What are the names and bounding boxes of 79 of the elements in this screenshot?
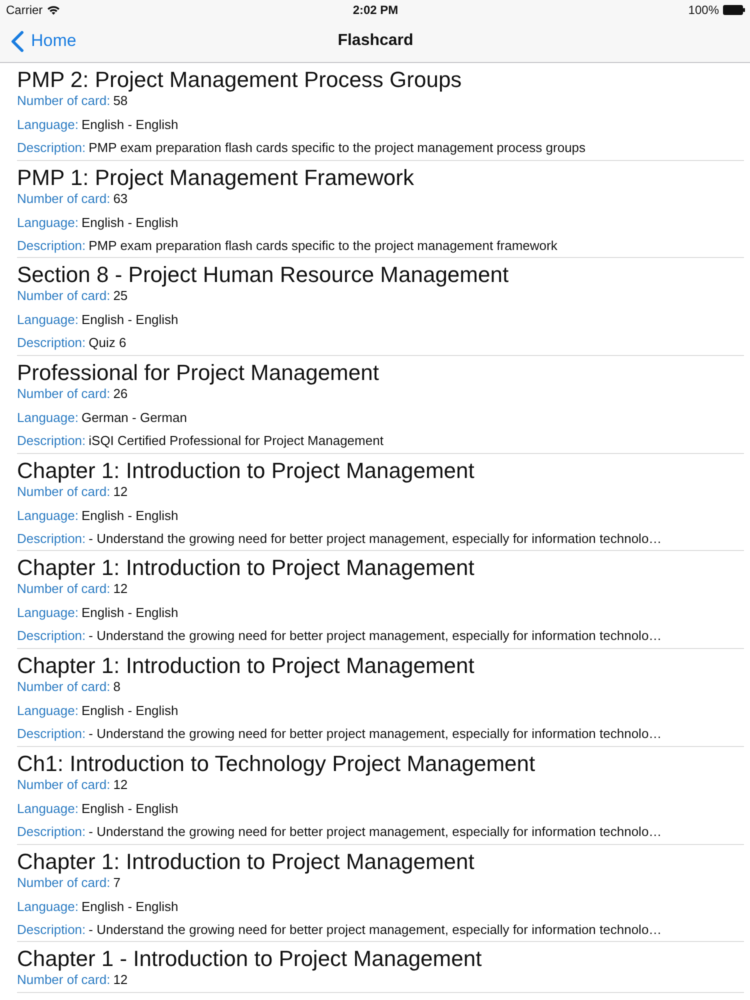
field-value: English - English bbox=[81, 117, 178, 133]
field-value: 7 bbox=[113, 874, 120, 890]
deck-title: Chapter 1: Introduction to Project Management bbox=[17, 653, 476, 680]
field-label: Number of card: bbox=[17, 386, 110, 402]
deck-list-item[interactable]: PMP 2: Project Management Process Groups Number of card: 58 Language: English - English Description: PMP exam preparation flash cards specific to the project management process groups bbox=[17, 63, 744, 161]
field-value: 26 bbox=[113, 386, 128, 402]
deck-title: Section 8 - Project Human Resource Management bbox=[17, 262, 510, 288]
field-value: German - German bbox=[81, 410, 187, 426]
field-label: Language: bbox=[17, 800, 78, 817]
field-value: 12 bbox=[113, 581, 128, 598]
field-value: - Understand the growing need for better project management, especially for information technolo… bbox=[88, 530, 662, 547]
field-value: 25 bbox=[113, 288, 128, 304]
field-label: Language: bbox=[17, 410, 78, 426]
deck-title: Chapter 1 - Introduction to Project Management bbox=[17, 946, 483, 972]
field-value: - Understand the growing need for better project management, especially for information technolo… bbox=[88, 726, 662, 742]
field-value: 12 bbox=[113, 484, 128, 500]
field-label: Description: bbox=[17, 628, 86, 644]
field-value: - Understand the growing need for better project management, especially for information technolo… bbox=[88, 824, 662, 840]
field-value: 12 bbox=[113, 972, 128, 988]
field-value: PMP exam preparation flash cards specific to the project management process groups bbox=[88, 140, 586, 156]
field-value: 12 bbox=[113, 776, 128, 793]
field-label: Number of card: bbox=[17, 288, 110, 304]
deck-title: PMP 2: Project Management Process Groups bbox=[17, 67, 463, 93]
field-value: English - English bbox=[81, 508, 178, 524]
field-label: Language: bbox=[17, 605, 78, 622]
field-label: Description: bbox=[17, 238, 86, 254]
field-label: Description: bbox=[17, 140, 86, 156]
wifi-icon bbox=[46, 5, 60, 15]
carrier-label: Carrier bbox=[6, 3, 43, 17]
field-value: 63 bbox=[113, 190, 128, 207]
field-label: Description: bbox=[17, 726, 86, 742]
deck-list-item[interactable]: Section 8 - Project Human Resource Management Number of card: 25 Language: English - English Description: Quiz 6 bbox=[17, 258, 744, 356]
battery-percentage: 100% bbox=[688, 3, 719, 17]
field-label: Language: bbox=[17, 117, 78, 133]
field-label: Number of card: bbox=[17, 581, 110, 598]
deck-list-item[interactable]: Professional for Project Management Number of card: 26 Language: German - German Description: iSQI Certified Professional for Project Management bbox=[17, 356, 744, 454]
field-value: Quiz 6 bbox=[88, 335, 126, 352]
nav-title: Flashcard bbox=[338, 32, 414, 50]
deck-title: Chapter 1: Introduction to Project Management bbox=[17, 848, 476, 874]
field-label: Number of card: bbox=[17, 874, 110, 890]
field-label: Description: bbox=[17, 530, 86, 547]
field-value: English - English bbox=[81, 703, 178, 720]
deck-title: Chapter 1: Introduction to Project Management bbox=[17, 458, 476, 484]
field-value: English - English bbox=[81, 800, 178, 817]
deck-title: Ch1: Introduction to Technology Project Management bbox=[17, 750, 536, 777]
field-label: Number of card: bbox=[17, 972, 110, 988]
field-value: 58 bbox=[113, 93, 128, 109]
deck-list-item[interactable]: PMP 1: Project Management Framework Number of card: 63 Language: English - English Description: PMP exam preparation flash cards specific to the project management framework bbox=[17, 160, 744, 258]
status-time: 2:02 PM bbox=[352, 3, 398, 17]
field-label: Language: bbox=[17, 703, 78, 720]
field-value: - Understand the growing need for better project management, especially for information technolo… bbox=[88, 628, 662, 644]
field-label: Number of card: bbox=[17, 190, 110, 207]
field-value: English - English bbox=[81, 312, 178, 328]
field-value: English - English bbox=[81, 605, 178, 622]
field-label: Language: bbox=[17, 312, 78, 328]
field-label: Number of card: bbox=[17, 776, 110, 793]
deck-list-item[interactable]: Chapter 1 - Introduction to Project Management Number of card: 12 bbox=[17, 942, 744, 993]
field-label: Description: bbox=[17, 335, 86, 352]
field-value: iSQI Certified Professional for Project Management bbox=[88, 433, 384, 450]
field-value: English - English bbox=[81, 214, 178, 231]
home-back-button[interactable]: Home bbox=[11, 30, 76, 52]
field-label: Number of card: bbox=[17, 679, 110, 696]
field-label: Language: bbox=[17, 898, 78, 914]
field-label: Number of card: bbox=[17, 484, 110, 500]
field-label: Description: bbox=[17, 824, 86, 840]
field-label: Number of card: bbox=[17, 93, 110, 109]
deck-title: Chapter 1: Introduction to Project Management bbox=[17, 555, 476, 582]
deck-title: Professional for Project Management bbox=[17, 360, 380, 386]
field-label: Language: bbox=[17, 214, 78, 231]
battery-icon bbox=[723, 5, 745, 15]
back-chevron-icon bbox=[11, 30, 24, 52]
field-value: 8 bbox=[113, 679, 120, 696]
field-label: Description: bbox=[17, 922, 86, 938]
field-value: PMP exam preparation flash cards specific to the project management framework bbox=[88, 238, 558, 254]
field-value: - Understand the growing need for better project management, especially for information technolo… bbox=[88, 922, 662, 938]
deck-title: PMP 1: Project Management Framework bbox=[17, 164, 415, 191]
field-label: Description: bbox=[17, 433, 86, 450]
field-label: Language: bbox=[17, 508, 78, 524]
field-value: English - English bbox=[81, 898, 178, 914]
